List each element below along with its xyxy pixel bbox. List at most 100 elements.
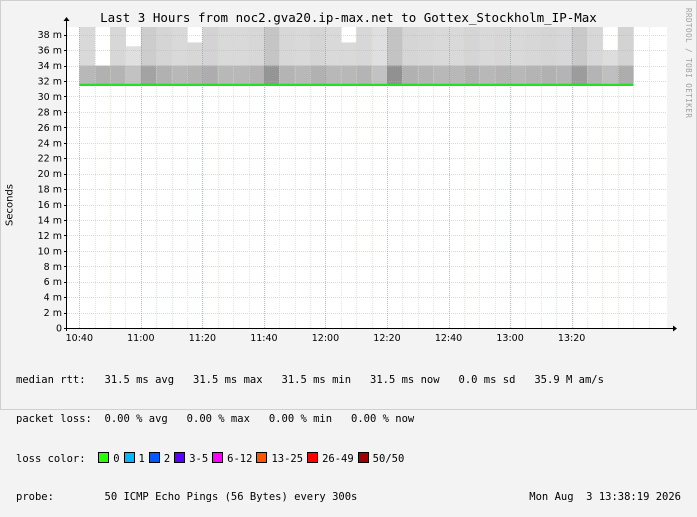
smoke-inner: [279, 65, 296, 85]
smoke-inner: [325, 65, 342, 85]
smoke-inner: [294, 65, 311, 85]
smoke-inner: [110, 65, 126, 85]
smoke-inner: [448, 65, 465, 85]
loss-color-item: 50/50: [357, 452, 405, 466]
median-rtt-row: median rtt: 31.5 ms avg 31.5 ms max 31.5…: [16, 374, 604, 386]
y-tick-label: 38 m: [38, 30, 62, 41]
smoke-inner: [540, 65, 557, 85]
x-tick-label: 13:00: [496, 333, 523, 344]
loss-color-value: 2: [163, 453, 171, 465]
loss-color-swatch: [123, 452, 135, 463]
y-tick-label: 10 m: [38, 246, 62, 257]
smoke-inner: [433, 65, 450, 85]
y-tick-label: 22 m: [38, 154, 62, 165]
y-tick-label: 24 m: [38, 138, 62, 149]
y-tick-label: 20 m: [38, 169, 62, 180]
smoke-inner: [494, 65, 511, 85]
loss-color-items: 0 1 2 3-5 6-12 13-25 26-49 50/50: [86, 452, 409, 466]
smoke-inner: [417, 65, 434, 85]
y-tick-labels: 0 2 m 4 m 6 m 8 m 10 m 12 m 14 m 16 m 18 m 20 m 22 …: [38, 30, 62, 334]
loss-color-item: 1: [123, 452, 145, 466]
x-tick-label: 10:40: [66, 333, 93, 344]
probe-row: probe: 50 ICMP Echo Pings (56 Bytes) eve…: [16, 491, 686, 504]
loss-color-value: 3-5: [189, 453, 209, 465]
loss-color-item: 0: [98, 452, 120, 466]
x-tick-label: 12:20: [373, 333, 400, 344]
smoke-interval-1: [94, 65, 111, 85]
smoke-inner: [263, 65, 280, 85]
loss-color-item: 26-49: [307, 452, 354, 466]
smoke-inner: [171, 65, 188, 85]
smoke-inner: [479, 65, 496, 85]
loss-color-label: loss color:: [16, 453, 86, 465]
y-tick-label: 34 m: [38, 61, 62, 72]
y-tick-label: 30 m: [38, 92, 62, 103]
smoke-interval-11: [248, 27, 265, 85]
smoke-interval-3: [125, 46, 142, 85]
y-tick-label: 6 m: [44, 277, 62, 288]
loss-color-value: 13-25: [271, 453, 304, 465]
loss-color-swatch: [256, 452, 268, 463]
y-tick-label: 12 m: [38, 231, 62, 242]
y-tick-label: 16 m: [38, 200, 62, 211]
y-tick-label: 26 m: [38, 123, 62, 134]
smoke-inner: [402, 65, 419, 85]
smoke-interval-24: [448, 27, 465, 85]
y-tick-label: 14 m: [38, 215, 62, 226]
loss-color-value: 6-12: [227, 453, 253, 465]
smoke-inner: [356, 65, 373, 85]
loss-color-swatch: [174, 452, 186, 463]
smoke-inner: [510, 65, 526, 85]
smoke-interval-17: [340, 42, 357, 85]
loss-color-swatch: [98, 452, 110, 463]
smoke-inner: [310, 65, 326, 85]
smoke-inner: [463, 65, 480, 85]
smoke-inner: [340, 65, 357, 85]
smokeping-chart: 0 2 m 4 m 6 m 8 m 10 m 12 m 14 m 16 m 18 m 20 m 22 …: [38, 17, 677, 344]
loss-color-swatch: [307, 452, 319, 463]
x-tick-label: 12:00: [312, 333, 339, 344]
y-tick-label: 4 m: [44, 293, 62, 304]
smoke-inner: [556, 65, 573, 85]
smoke-inner: [387, 65, 403, 85]
probe-text: probe: 50 ICMP Echo Pings (56 Bytes) eve…: [16, 491, 358, 503]
loss-color-item: 13-25: [256, 452, 303, 466]
loss-color-swatch: [148, 452, 160, 463]
smoke-inner: [617, 65, 634, 85]
legend: median rtt: 31.5 ms avg 31.5 ms max 31.5…: [16, 348, 686, 517]
smoke-inner: [371, 65, 388, 85]
smoke-inner: [602, 65, 619, 85]
y-tick-label: 8 m: [44, 262, 62, 273]
smoke-inner: [587, 65, 603, 85]
smoke-inner: [140, 65, 157, 85]
x-axis-arrow: [673, 325, 677, 332]
y-tick-label: 36 m: [38, 46, 62, 57]
loss-color-swatch: [357, 452, 369, 463]
x-tick-label: 11:20: [189, 333, 216, 344]
loss-color-value: 0: [113, 453, 120, 465]
smoke-inner: [79, 65, 96, 85]
loss-color-value: 26-49: [322, 453, 354, 465]
x-tick-labels: 10:40 11:00 11:20 11:40 12:00 12:20 12:40 13:00…: [66, 333, 586, 344]
y-tick-label: 32 m: [38, 77, 62, 88]
y-tick-label: 2 m: [44, 308, 62, 319]
y-tick-label: 28 m: [38, 107, 62, 118]
smoke-interval-7: [187, 42, 203, 85]
loss-color-value: 50/50: [372, 453, 405, 465]
x-tick-label: 13:20: [558, 333, 585, 344]
loss-color-swatch: [212, 452, 224, 463]
smoke-inner: [125, 65, 142, 85]
smoke-interval-34: [602, 50, 619, 85]
smoke-inner: [571, 65, 588, 85]
y-tick-label: 18 m: [38, 185, 62, 196]
packet-loss-row: packet loss: 0.00 % avg 0.00 % max 0.00 …: [16, 413, 415, 425]
smoke-inner: [156, 65, 173, 85]
y-tick-label: 0: [56, 324, 62, 335]
smoke-inner: [202, 65, 219, 85]
smoke-inner: [94, 65, 111, 85]
smoke-inner: [187, 65, 203, 85]
loss-color-item: 2: [148, 452, 171, 466]
x-tick-label: 11:00: [127, 333, 154, 344]
y-axis-arrow: [63, 17, 70, 21]
loss-color-row: loss color: 0 1 2 3-5 6-12 13-25 26-49 50/50: [16, 452, 686, 465]
